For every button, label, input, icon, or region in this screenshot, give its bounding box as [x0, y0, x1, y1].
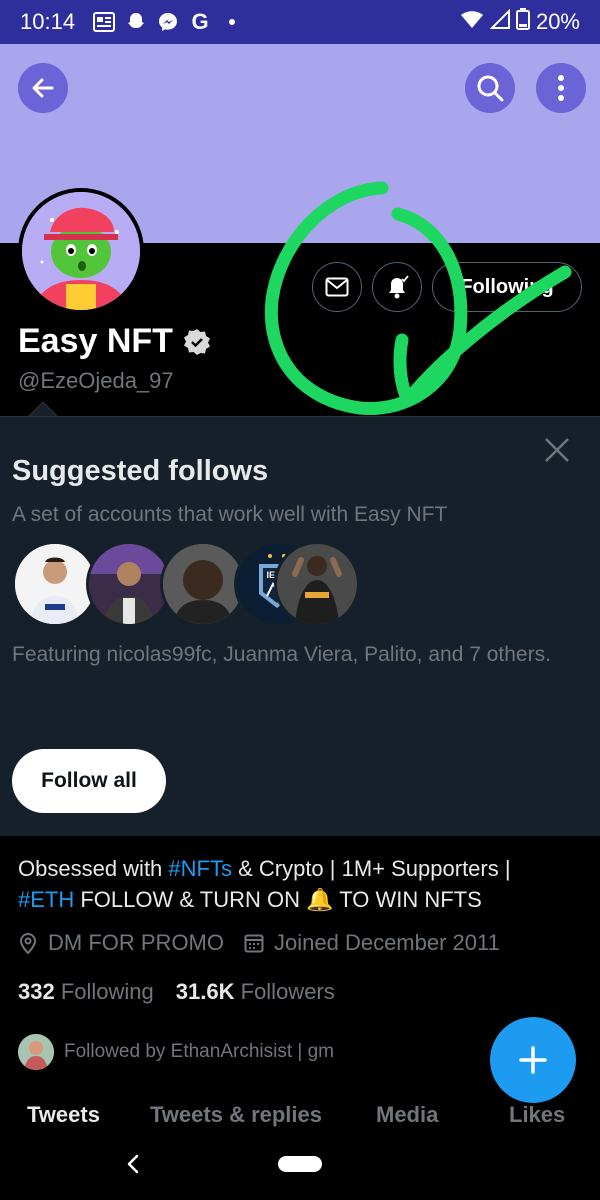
followers-count-link[interactable]: 31.6K Followers	[176, 979, 335, 1005]
display-name: Easy NFT	[18, 322, 173, 360]
location-text: DM FOR PROMO	[48, 930, 224, 955]
followers-label: Followers	[240, 979, 335, 1004]
dot-icon	[221, 11, 243, 33]
notifications-button[interactable]	[372, 262, 422, 312]
suggested-follows-subtitle: A set of accounts that work well with Ea…	[12, 503, 448, 526]
following-label: Following	[60, 979, 154, 1004]
calendar-icon	[244, 934, 264, 953]
bio-text: TO WIN NFTS	[333, 887, 482, 912]
bell-emoji: 🔔	[306, 887, 334, 912]
joined-text: Joined December 2011	[274, 930, 500, 955]
following-count-link[interactable]: 332 Following	[18, 979, 154, 1005]
avatar[interactable]	[18, 188, 144, 314]
compose-tweet-button[interactable]	[490, 1017, 576, 1103]
location-pin-icon	[19, 933, 37, 954]
bell-check-icon	[389, 275, 409, 299]
following-button[interactable]: Following	[432, 262, 582, 312]
status-time: 10:14	[20, 9, 76, 34]
more-options-button[interactable]	[536, 63, 586, 113]
close-suggestions-button[interactable]	[542, 435, 572, 465]
messenger-icon	[157, 11, 179, 33]
handle: @EzeOjeda_97	[18, 368, 174, 393]
signal-icon	[489, 8, 510, 35]
featuring-text: Featuring nicolas99fc, Juanma Viera, Pal…	[12, 643, 551, 666]
battery-icon	[515, 8, 530, 36]
bio-text: FOLLOW & TURN ON	[74, 887, 307, 912]
search-button[interactable]	[465, 63, 515, 113]
bio-text: Obsessed with	[18, 856, 169, 881]
envelope-icon	[325, 277, 349, 297]
suggested-follows-title: Suggested follows	[12, 455, 269, 487]
followers-count: 31.6K	[175, 979, 235, 1004]
bio-text: & Crypto | 1M+ Supporters |	[231, 856, 511, 881]
snapchat-icon	[125, 11, 147, 33]
follow-all-button[interactable]: Follow all	[12, 749, 166, 813]
wifi-icon	[460, 9, 484, 35]
battery-level: 20%	[535, 9, 580, 34]
plus-icon	[519, 1046, 547, 1074]
location-item: DM FOR PROMO	[18, 930, 224, 956]
follower-avatar	[18, 1034, 54, 1070]
tab-tweets-replies[interactable]: Tweets & replies	[150, 1102, 322, 1128]
close-icon	[545, 438, 569, 462]
hashtag-link[interactable]: #ETH	[18, 887, 74, 912]
arrow-left-icon	[32, 78, 54, 98]
hashtag-link[interactable]: #NFTs	[168, 856, 232, 881]
followed-by[interactable]: Followed by EthanArchisist | gm	[18, 1034, 334, 1070]
nav-back-icon[interactable]	[122, 1152, 146, 1176]
suggested-avatar[interactable]	[274, 541, 360, 627]
news-icon	[93, 11, 116, 33]
profile-tabs: Tweets Tweets & replies Media Likes	[0, 1094, 600, 1140]
following-count: 332	[18, 979, 55, 1004]
display-name-row: Easy NFT	[18, 322, 211, 361]
tab-tweets[interactable]: Tweets	[27, 1102, 100, 1128]
bio: Obsessed with #NFTs & Crypto | 1M+ Suppo…	[18, 853, 578, 915]
nav-home-pill[interactable]	[278, 1156, 322, 1172]
suggested-follows-panel: Suggested follows A set of accounts that…	[0, 416, 600, 836]
search-icon	[477, 75, 504, 102]
system-nav-bar	[0, 1140, 600, 1200]
profile-meta: DM FOR PROMO Joined December 2011	[18, 930, 520, 956]
message-button[interactable]	[312, 262, 362, 312]
more-vertical-icon	[558, 75, 564, 101]
back-button[interactable]	[18, 63, 68, 113]
status-bar: 10:14 G 20%	[0, 0, 600, 44]
google-icon: G	[191, 9, 209, 34]
avatar-image	[22, 192, 140, 310]
joined-item: Joined December 2011	[244, 930, 500, 956]
followed-by-text: Followed by EthanArchisist | gm	[64, 1041, 334, 1062]
tab-media[interactable]: Media	[376, 1102, 438, 1128]
verified-badge-icon	[183, 328, 210, 355]
tab-likes[interactable]: Likes	[509, 1102, 565, 1128]
follow-counts: 332 Following 31.6K Followers	[18, 979, 335, 1005]
